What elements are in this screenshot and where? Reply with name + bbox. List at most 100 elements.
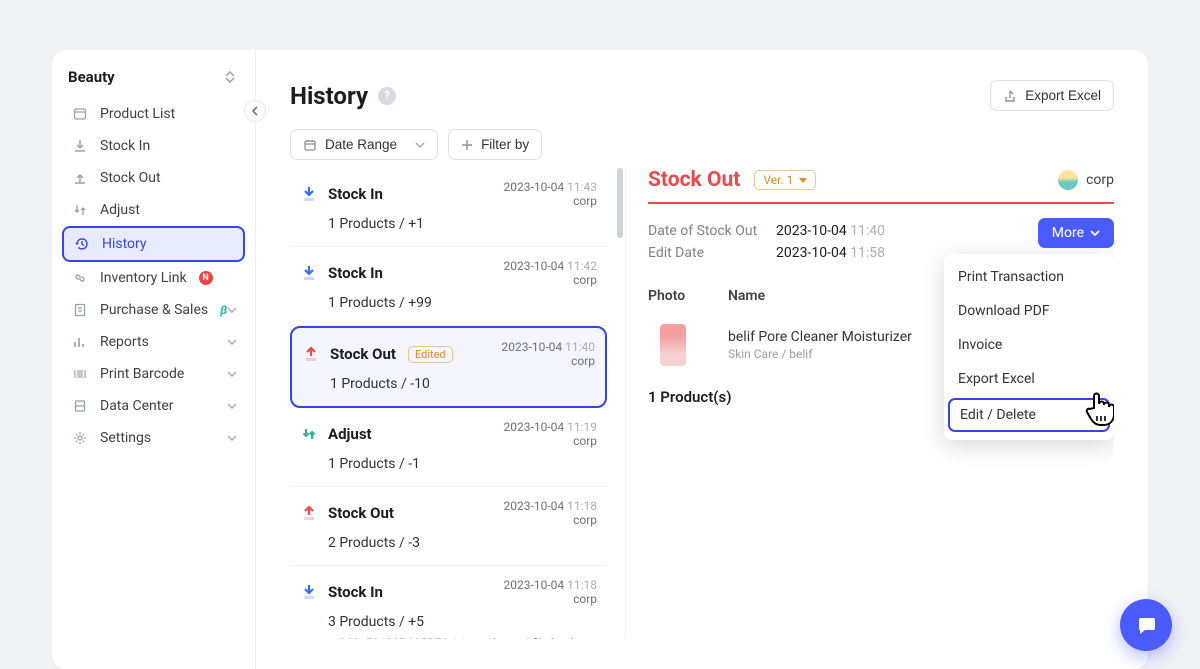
- entry-file: ▸IMG_59120D605B70-1.jpeg : https://file.…: [328, 636, 597, 639]
- nav-data-center[interactable]: Data Center: [62, 390, 245, 422]
- history-entry[interactable]: Stock In 2023-10-04 11:18corp 3 Products …: [290, 566, 607, 639]
- chevron-down-icon: [227, 371, 237, 377]
- menu-invoice[interactable]: Invoice: [944, 328, 1114, 362]
- plus-icon: [461, 139, 473, 151]
- history-list: Stock In 2023-10-04 11:43corp 1 Products …: [290, 168, 626, 639]
- date-range-button[interactable]: Date Range: [290, 129, 438, 160]
- nav-label: Product List: [100, 106, 175, 122]
- avatar: [1058, 170, 1078, 190]
- link-icon: [72, 270, 88, 286]
- history-entry[interactable]: Stock Out 2023-10-04 11:18corp 2 Products…: [290, 487, 607, 566]
- nav-label: Inventory Link: [100, 270, 187, 286]
- entry-type: Stock In: [328, 264, 383, 282]
- menu-download-pdf[interactable]: Download PDF: [944, 294, 1114, 328]
- filter-toolbar: Date Range Filter by: [290, 129, 1114, 160]
- nav-inventory-link[interactable]: Inventory Link N: [62, 262, 245, 294]
- nav-label: Print Barcode: [100, 366, 184, 382]
- entry-type: Stock Out: [330, 345, 396, 363]
- caret-down-icon: [799, 178, 807, 183]
- nav-label: Reports: [100, 334, 149, 350]
- workspace-name: Beauty: [68, 68, 115, 86]
- product-category: Skin Care / belif: [728, 347, 912, 361]
- main-content: History? Export Excel Date Range Filter …: [256, 50, 1148, 669]
- history-entry-selected[interactable]: Stock OutEdited2023-10-04 11:40corp 1 Pr…: [290, 326, 607, 408]
- history-entry[interactable]: Stock In 2023-10-04 11:42corp 1 Products …: [290, 247, 607, 326]
- adjust-icon: [72, 202, 88, 218]
- chat-fab[interactable]: [1120, 599, 1172, 651]
- download-icon: [72, 138, 88, 154]
- entry-meta: 2023-10-04 11:18corp: [504, 578, 597, 606]
- nav-label: History: [102, 236, 147, 252]
- history-entry[interactable]: Stock In 2023-10-04 11:43corp 1 Products …: [290, 168, 607, 247]
- entry-type: Stock Out: [328, 504, 394, 522]
- entry-type: Adjust: [328, 425, 372, 443]
- chevron-down-icon: [1090, 230, 1100, 236]
- entry-type: Stock In: [328, 583, 383, 601]
- chevron-down-icon: [227, 435, 237, 441]
- barcode-icon: [72, 366, 88, 382]
- nav-adjust[interactable]: Adjust: [62, 194, 245, 226]
- detail-title: Stock Out: [648, 168, 740, 192]
- stock-in-icon: [300, 583, 318, 601]
- nav-print-barcode[interactable]: Print Barcode: [62, 358, 245, 390]
- nav-history[interactable]: History: [62, 226, 245, 262]
- filter-by-button[interactable]: Filter by: [448, 129, 542, 160]
- nav-stock-in[interactable]: Stock In: [62, 130, 245, 162]
- calendar-icon: [303, 138, 317, 152]
- nav-purchase-sales[interactable]: Purchase & Salesβ: [62, 294, 245, 326]
- entry-meta: 2023-10-04 11:19corp: [504, 420, 597, 448]
- menu-print-transaction[interactable]: Print Transaction: [944, 260, 1114, 294]
- detail-user: corp: [1058, 170, 1114, 190]
- document-icon: [72, 302, 88, 318]
- entry-summary: 1 Products / -10: [330, 376, 595, 392]
- entry-summary: 3 Products / +5: [328, 614, 597, 630]
- stock-out-icon: [300, 504, 318, 522]
- detail-panel: Stock Out Ver. 1 corp Date of Stock Out2…: [626, 168, 1114, 639]
- stock-in-icon: [300, 185, 318, 203]
- collapse-sidebar-button[interactable]: [244, 100, 266, 122]
- entry-summary: 2 Products / -3: [328, 535, 597, 551]
- updown-icon: [225, 71, 239, 83]
- adjust-icon: [300, 425, 318, 443]
- nav-stock-out[interactable]: Stock Out: [62, 162, 245, 194]
- entry-summary: 1 Products / +99: [328, 295, 597, 311]
- sidebar: Beauty Product List Stock In Stock Out A…: [52, 50, 256, 669]
- scrollbar-thumb[interactable]: [617, 168, 623, 238]
- page-title: History?: [290, 82, 396, 110]
- entry-summary: 1 Products / -1: [328, 456, 597, 472]
- workspace-switcher[interactable]: Beauty: [62, 68, 245, 98]
- cursor-pointer-icon: [1084, 388, 1114, 428]
- product-name: belif Pore Cleaner Moisturizer: [728, 329, 912, 345]
- nav-product-list[interactable]: Product List: [62, 98, 245, 130]
- chevron-down-icon: [227, 403, 237, 409]
- box-icon: [72, 106, 88, 122]
- new-badge: N: [199, 271, 213, 285]
- entry-summary: 1 Products / +1: [328, 216, 597, 232]
- upload-icon: [72, 170, 88, 186]
- nav-list: Product List Stock In Stock Out Adjust H…: [62, 98, 245, 454]
- chevron-down-icon: [415, 142, 425, 148]
- nav-label: Settings: [100, 430, 151, 446]
- help-icon[interactable]: ?: [378, 87, 396, 105]
- export-excel-button[interactable]: Export Excel: [990, 80, 1114, 111]
- more-button[interactable]: More: [1038, 218, 1114, 248]
- product-thumbnail: [660, 324, 686, 366]
- nav-label: Data Center: [100, 398, 174, 414]
- entry-meta: 2023-10-04 11:42corp: [504, 259, 597, 287]
- entry-type: Stock In: [328, 185, 383, 203]
- gear-icon: [72, 430, 88, 446]
- history-icon: [74, 236, 90, 252]
- nav-label: Stock Out: [100, 170, 161, 186]
- database-icon: [72, 398, 88, 414]
- chevron-down-icon: [227, 339, 237, 345]
- nav-reports[interactable]: Reports: [62, 326, 245, 358]
- chart-icon: [72, 334, 88, 350]
- entry-meta: 2023-10-04 11:43corp: [504, 180, 597, 208]
- history-entry[interactable]: Adjust 2023-10-04 11:19corp 1 Products / …: [290, 408, 607, 487]
- export-icon: [1003, 89, 1017, 103]
- chat-icon: [1135, 614, 1157, 636]
- entry-meta: 2023-10-04 11:18corp: [504, 499, 597, 527]
- version-dropdown[interactable]: Ver. 1: [754, 170, 816, 190]
- nav-settings[interactable]: Settings: [62, 422, 245, 454]
- chevron-down-icon: [227, 307, 237, 313]
